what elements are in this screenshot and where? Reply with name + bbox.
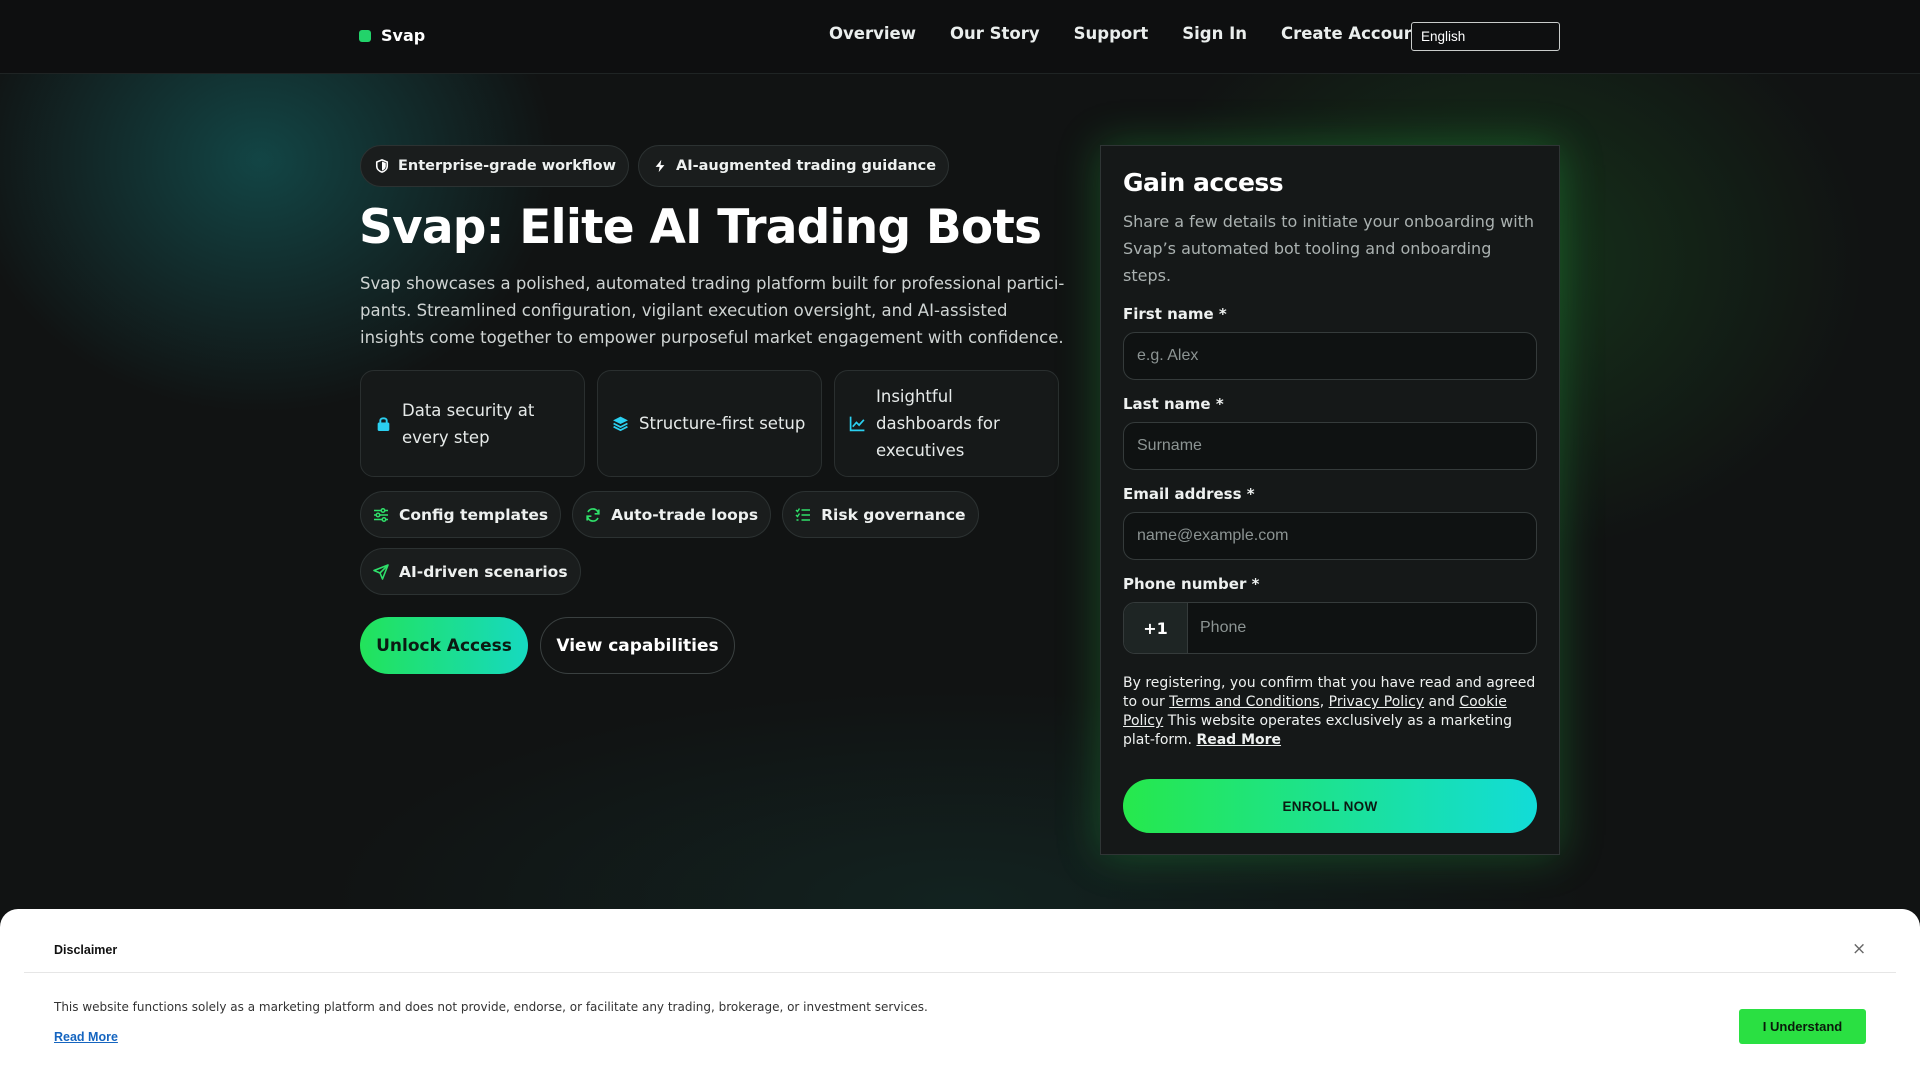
registration-card: Gain access Share a few details to initi… (1100, 145, 1560, 855)
phone-country-code[interactable]: +1 (1124, 603, 1188, 653)
nav-link-sign-in[interactable]: Sign In (1182, 24, 1247, 43)
shield-icon (375, 159, 389, 173)
email-input[interactable] (1123, 512, 1537, 560)
refresh-icon (586, 507, 600, 522)
consent-read-more-link[interactable]: Read More (1196, 732, 1281, 748)
disclaimer-read-more-link[interactable]: Read More (54, 1030, 118, 1044)
badge-ai-guidance: AI-augmented trading guidance (637, 145, 950, 187)
feature-label: Data security at every step (402, 400, 535, 447)
nav-link-support[interactable]: Support (1074, 24, 1149, 43)
layers-icon (613, 416, 628, 432)
consent-and: and (1424, 694, 1460, 710)
privacy-policy-link[interactable]: Privacy Policy (1329, 694, 1424, 710)
chip-auto-trade-loops: Auto-trade loops (572, 491, 772, 538)
language-select[interactable]: English (1411, 22, 1560, 51)
close-icon[interactable]: × (1852, 939, 1866, 959)
chip-label: Config templates (399, 505, 549, 524)
feature-cards: Data security at every step Structure-fi… (360, 370, 1059, 477)
disclaimer-divider (24, 972, 1896, 973)
terms-link[interactable]: Terms and Conditions (1169, 694, 1320, 710)
lock-icon (377, 417, 390, 431)
logo-text: Svap (381, 26, 426, 45)
badge-label: Enterprise-grade workflow (398, 158, 616, 174)
nav-link-overview[interactable]: Overview (829, 24, 916, 43)
view-capabilities-button[interactable]: View capabilities (540, 617, 735, 674)
consent-comma: , (1319, 694, 1329, 710)
enroll-now-button[interactable]: ENROLL NOW (1123, 779, 1537, 833)
hero-cta-group: Unlock Access View capabilities (360, 617, 735, 674)
chip-risk-governance: Risk governance (782, 491, 979, 538)
form-title: Gain access (1123, 168, 1284, 197)
unlock-access-button[interactable]: Unlock Access (360, 617, 528, 674)
disclaimer-title: Disclaimer (54, 943, 118, 957)
logo-mark-icon (359, 29, 371, 42)
phone-input[interactable] (1188, 603, 1536, 653)
feature-card-structure: Structure-first setup (597, 370, 822, 477)
first-name-label: First name * (1123, 305, 1227, 323)
chart-line-icon (849, 416, 865, 432)
badge-label: AI-augmented trading guidance (675, 158, 937, 174)
email-label: Email address * (1123, 485, 1255, 503)
hero-title: Svap: Elite AI Trading Bots (359, 200, 1042, 255)
send-icon (373, 563, 389, 580)
i-understand-button[interactable]: I Understand (1739, 1009, 1866, 1044)
chip-ai-driven-scenarios: AI-driven scenarios (360, 548, 581, 595)
phone-field: +1 (1123, 602, 1537, 654)
chip-label: AI-driven scenarios (399, 562, 568, 581)
chip-config-templates: Config templates (360, 491, 562, 538)
last-name-input[interactable] (1123, 422, 1537, 470)
phone-label: Phone number * (1123, 575, 1260, 593)
first-name-input[interactable] (1123, 332, 1537, 380)
form-subtitle: Share a few details to initiate your onb… (1123, 212, 1535, 285)
nav-links: Overview Our Story Support Sign In Creat… (829, 24, 1423, 43)
chip-label: Auto-trade loops (611, 505, 759, 524)
brand-logo[interactable]: Svap (359, 26, 425, 45)
disclaimer-text: This website functions solely as a marke… (54, 1000, 928, 1014)
sliders-icon (374, 507, 388, 522)
disclaimer-banner: Disclaimer × This website functions sole… (0, 909, 1920, 1080)
bolt-icon (655, 159, 665, 173)
top-navigation: Svap Overview Our Story Support Sign In … (0, 0, 1920, 74)
nav-link-our-story[interactable]: Our Story (950, 24, 1040, 43)
feature-card-security: Data security at every step (360, 370, 585, 477)
chip-label: Risk governance (821, 505, 966, 524)
capability-chips: Config templates Auto-trade loops Risk g… (360, 491, 980, 595)
hero-description: Svap showcases a polished, automated tra… (360, 274, 1065, 347)
badge-enterprise: Enterprise-grade workflow (360, 145, 629, 187)
checklist-icon (795, 507, 811, 521)
consent-text: By registering, you confirm that you hav… (1123, 674, 1543, 750)
feature-label: Structure-first setup (639, 414, 806, 433)
hero-badges: Enterprise-grade workflow AI-augmented t… (360, 145, 950, 187)
last-name-label: Last name * (1123, 395, 1224, 413)
consent-suffix: This website operates exclusively as a m… (1123, 713, 1512, 748)
nav-link-create-account[interactable]: Create Account (1281, 24, 1423, 43)
feature-card-dashboards: Insightful dashboards for executives (834, 370, 1059, 477)
feature-label: Insightful dashboards for executives (876, 387, 1000, 460)
